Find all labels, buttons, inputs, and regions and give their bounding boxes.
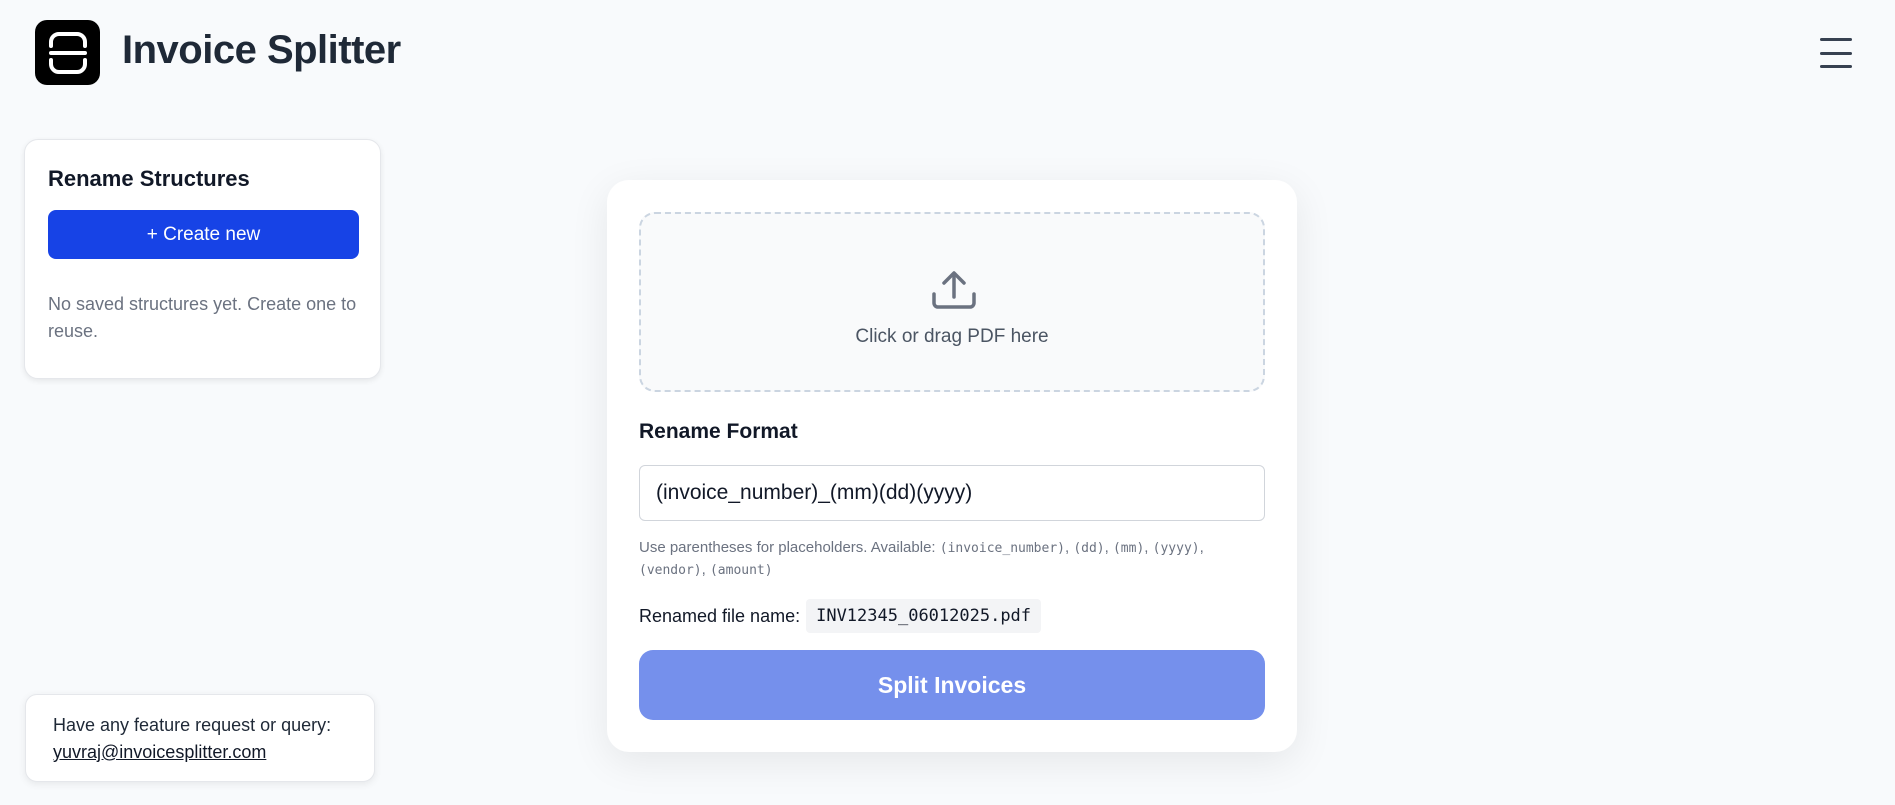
app-header: Invoice Splitter: [0, 0, 1895, 100]
scan-icon: [35, 20, 100, 85]
contact-card: Have any feature request or query: yuvra…: [25, 694, 375, 782]
contact-email-link[interactable]: yuvraj@invoicesplitter.com: [53, 742, 266, 763]
menu-line: [1820, 38, 1852, 41]
app-title: Invoice Splitter: [122, 28, 401, 72]
menu-line: [1820, 51, 1852, 55]
contact-prompt: Have any feature request or query:: [53, 715, 332, 735]
placeholder-help-text: Use parentheses for placeholders. Availa…: [639, 539, 1204, 578]
placeholder-token: (mm): [1112, 541, 1145, 556]
placeholder-token: (yyyy): [1152, 541, 1200, 556]
renamed-file-label: Renamed file name:: [639, 605, 801, 626]
rename-structures-title: Rename Structures: [48, 166, 250, 191]
pdf-dropzone[interactable]: Click or drag PDF here: [639, 212, 1265, 392]
renamed-file-preview: Renamed file name: INV12345_06012025.pdf: [639, 598, 1042, 634]
upload-icon: [932, 271, 976, 309]
hamburger-menu-icon[interactable]: [1816, 36, 1856, 70]
rename-format-input[interactable]: [639, 465, 1265, 521]
split-invoices-button[interactable]: Split Invoices: [639, 650, 1265, 720]
placeholder-token: (dd): [1073, 541, 1105, 556]
placeholder-token: (vendor): [639, 563, 702, 578]
placeholder-token: (invoice_number): [939, 541, 1065, 556]
placeholder-token: (amount): [709, 563, 773, 578]
empty-structures-message: No saved structures yet. Create one to r…: [48, 294, 357, 341]
menu-line: [1820, 65, 1852, 68]
rename-structures-panel: Rename Structures + Create new No saved …: [24, 139, 381, 379]
dropzone-text: Click or drag PDF here: [855, 326, 1049, 347]
help-prefix: Use parentheses for placeholders. Availa…: [639, 539, 940, 556]
renamed-file-value: INV12345_06012025.pdf: [806, 599, 1042, 633]
rename-format-label: Rename Format: [639, 420, 798, 443]
page: Invoice Splitter Rename Structures + Cre…: [0, 0, 1895, 805]
create-new-button[interactable]: + Create new: [48, 210, 359, 259]
split-form-card: Click or drag PDF here Rename Format Use…: [607, 180, 1297, 752]
